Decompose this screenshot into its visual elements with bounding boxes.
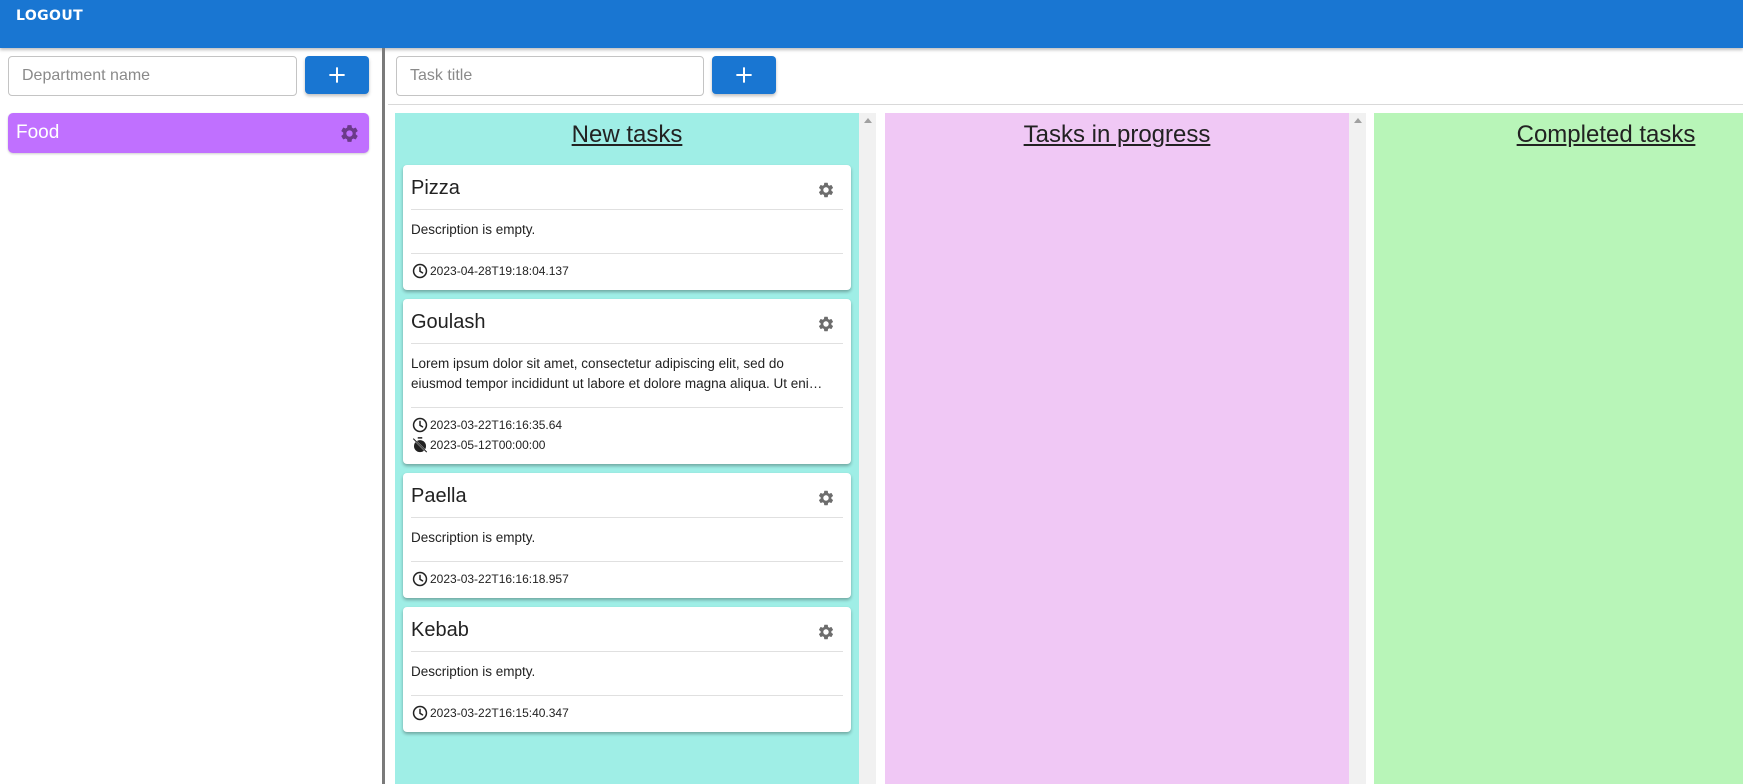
deadline-row: 2023-05-12T00:00:00	[411, 436, 545, 454]
scroll-up-arrow-icon[interactable]	[1354, 118, 1362, 123]
divider	[411, 695, 843, 696]
created-timestamp: 2023-03-22T16:16:18.957	[430, 572, 569, 586]
plus-icon	[326, 64, 348, 86]
divider	[411, 651, 843, 652]
add-task-button[interactable]	[712, 56, 776, 94]
clock-icon	[411, 570, 429, 588]
column-completed-tasks: Completed tasks	[1374, 113, 1743, 784]
task-title: Kebab	[411, 619, 469, 641]
task-description: Lorem ipsum dolor sit amet, consectetur …	[411, 356, 820, 391]
task-title: Paella	[411, 485, 467, 507]
department-name: Food	[16, 122, 60, 143]
created-timestamp: 2023-03-22T16:15:40.347	[430, 706, 569, 720]
column-title[interactable]: Completed tasks	[1374, 121, 1743, 149]
gear-icon[interactable]	[817, 181, 835, 199]
clock-icon	[411, 704, 429, 722]
gear-icon[interactable]	[339, 123, 360, 144]
gear-icon[interactable]	[817, 623, 835, 641]
created-row: 2023-03-22T16:16:35.64	[411, 416, 562, 434]
department-sidebar: Food	[0, 48, 385, 784]
add-department-button[interactable]	[305, 56, 369, 94]
column-title[interactable]: New tasks	[395, 121, 859, 149]
task-card[interactable]: Goulash Lorem ipsum dolor sit amet, cons…	[403, 299, 851, 464]
task-title: Goulash	[411, 311, 486, 333]
divider	[411, 407, 843, 408]
task-description: Description is empty.	[411, 530, 536, 545]
created-row: 2023-03-22T16:16:18.957	[411, 570, 569, 588]
logout-button[interactable]: LOGOUT	[16, 8, 83, 24]
task-description: Description is empty.	[411, 664, 536, 679]
department-item-food[interactable]: Food	[8, 113, 369, 153]
column-tasks-in-progress: Tasks in progress	[885, 113, 1349, 784]
created-row: 2023-04-28T19:18:04.137	[411, 262, 569, 280]
divider	[411, 209, 843, 210]
created-timestamp: 2023-03-22T16:16:35.64	[430, 418, 563, 432]
task-description: Description is empty.	[411, 222, 536, 237]
divider	[411, 517, 843, 518]
task-toolbar	[388, 48, 1743, 105]
department-name-input[interactable]	[8, 56, 297, 96]
gear-icon[interactable]	[817, 489, 835, 507]
app-bar: LOGOUT	[0, 0, 1743, 48]
clock-icon	[411, 416, 429, 434]
task-card[interactable]: Kebab Description is empty. 2023-03-22T1…	[403, 607, 851, 732]
column-scrollbar[interactable]	[1349, 113, 1366, 784]
divider	[411, 343, 843, 344]
divider	[411, 561, 843, 562]
divider	[411, 253, 843, 254]
task-card[interactable]: Pizza Description is empty. 2023-04-28T1…	[403, 165, 851, 290]
task-title: Pizza	[411, 177, 460, 199]
scroll-up-arrow-icon[interactable]	[864, 118, 872, 123]
column-title[interactable]: Tasks in progress	[885, 121, 1349, 149]
column-scrollbar[interactable]	[859, 113, 876, 784]
created-row: 2023-03-22T16:15:40.347	[411, 704, 569, 722]
timer-off-icon	[411, 436, 429, 454]
task-card[interactable]: Paella Description is empty. 2023-03-22T…	[403, 473, 851, 598]
gear-icon[interactable]	[817, 315, 835, 333]
plus-icon	[733, 64, 755, 86]
clock-icon	[411, 262, 429, 280]
column-new-tasks: New tasks Pizza Description is empty. 20…	[395, 113, 859, 784]
task-board: New tasks Pizza Description is empty. 20…	[388, 48, 1743, 784]
deadline-timestamp: 2023-05-12T00:00:00	[430, 438, 546, 452]
task-title-input[interactable]	[396, 56, 704, 96]
created-timestamp: 2023-04-28T19:18:04.137	[430, 264, 569, 278]
